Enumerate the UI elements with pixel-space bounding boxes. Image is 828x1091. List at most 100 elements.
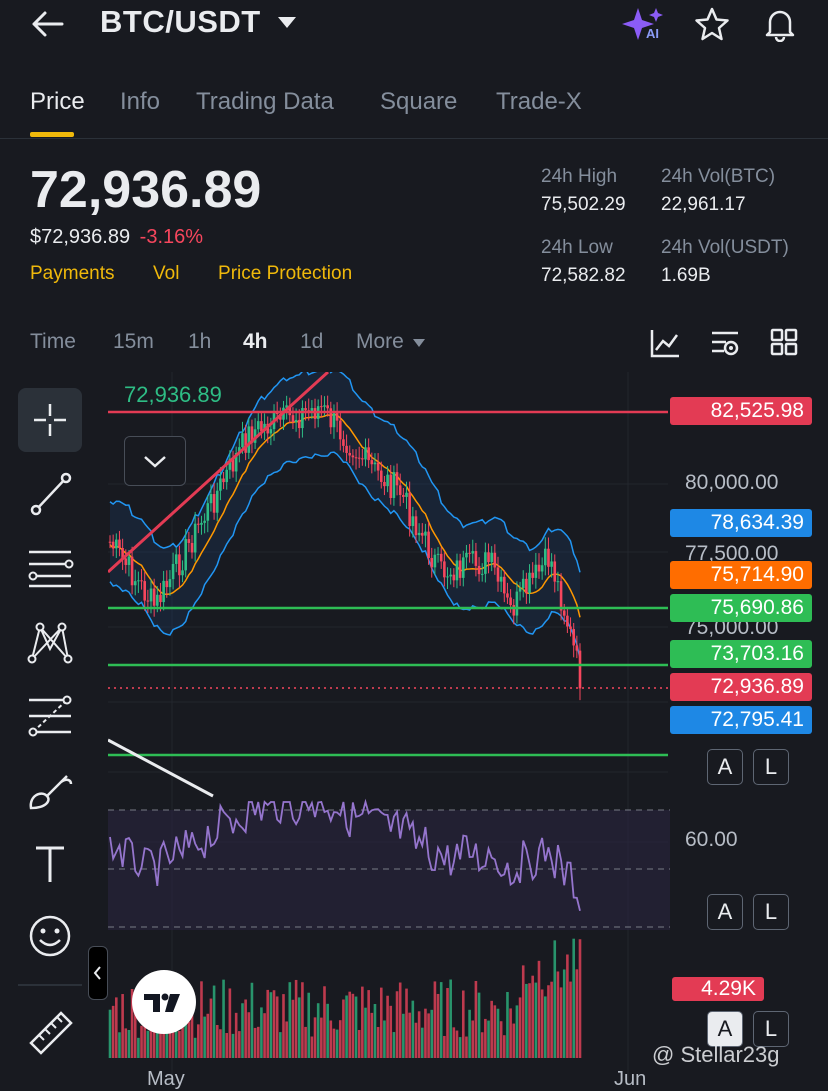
rsi-background — [108, 810, 670, 930]
vol-btc-label: 24h Vol(BTC) — [661, 166, 776, 187]
candle-body — [342, 439, 345, 446]
price-tag-bb-lower: 72,795.41 — [670, 706, 812, 734]
rsi-auto-button[interactable]: A — [707, 894, 743, 930]
candle-body — [219, 478, 222, 491]
candle-body — [297, 419, 301, 429]
pattern-tool[interactable] — [18, 610, 82, 674]
candle-body — [547, 548, 550, 567]
timeframe-4h[interactable]: 4h — [243, 330, 268, 354]
emoji-tool[interactable] — [18, 904, 82, 968]
volume-bar — [484, 1018, 487, 1058]
toolbar-collapse-handle[interactable] — [88, 946, 108, 1000]
volume-bar — [197, 1024, 200, 1058]
back-arrow-icon[interactable] — [30, 10, 64, 38]
timeframe-1h[interactable]: 1h — [188, 330, 211, 354]
candle-body — [197, 523, 200, 525]
candle-body — [569, 626, 572, 630]
volume-bar — [316, 1003, 320, 1058]
fiat-price: $72,936.89 — [30, 226, 131, 248]
candle-body — [490, 552, 493, 563]
tab-info[interactable]: Info — [120, 88, 160, 116]
vol-link[interactable]: Vol — [153, 263, 179, 284]
timeframe-1d[interactable]: 1d — [300, 330, 323, 354]
volume-bar — [553, 940, 557, 1058]
timeframe-15m[interactable]: 15m — [113, 330, 154, 354]
pair-title[interactable]: BTC/USDT — [100, 4, 261, 40]
collapse-indicators-button[interactable] — [124, 436, 186, 486]
candle-body — [458, 560, 462, 578]
candle-body — [389, 474, 393, 498]
main-auto-button[interactable]: A — [707, 749, 743, 785]
crosshair-tool[interactable] — [18, 388, 82, 452]
volume-bar — [115, 997, 118, 1058]
tab-square[interactable]: Square — [380, 88, 457, 116]
main-log-button[interactable]: L — [753, 749, 789, 785]
ruler-tool[interactable] — [18, 1000, 82, 1064]
candle-body — [386, 474, 389, 487]
volume-bar — [379, 987, 383, 1058]
volume-bar — [241, 1003, 244, 1058]
indicator-icon[interactable] — [650, 328, 680, 358]
fib-tool[interactable] — [18, 684, 82, 748]
volume-bar — [572, 938, 575, 1058]
candle-body — [168, 579, 172, 588]
tab-price[interactable]: Price — [30, 88, 85, 116]
candle-body — [323, 405, 326, 407]
text-tool[interactable] — [18, 832, 82, 896]
timeframe-time[interactable]: Time — [30, 330, 76, 354]
volume-bar — [225, 1033, 229, 1058]
horizontal-lines-tool[interactable] — [18, 536, 82, 600]
candle-body — [540, 565, 544, 572]
payments-link[interactable]: Payments — [30, 263, 114, 284]
candle-body — [364, 447, 367, 460]
price-tag-last: 72,936.89 — [670, 673, 812, 701]
rsi-level-label: 60.00 — [685, 828, 738, 851]
candle-body — [405, 492, 408, 497]
rsi-log-button[interactable]: L — [753, 894, 789, 930]
volume-bar — [345, 995, 348, 1058]
candle-body — [439, 553, 443, 562]
candle-body — [455, 560, 459, 581]
candle-body — [146, 600, 150, 602]
candle-body — [468, 552, 471, 554]
ai-sparkle-icon[interactable]: AI — [622, 6, 666, 44]
candle-body — [137, 580, 140, 582]
timeframe-more[interactable]: More — [356, 330, 426, 354]
volume-bar — [335, 1029, 339, 1058]
volume-bar — [137, 1037, 140, 1058]
candle-body — [115, 539, 118, 549]
high-label: 24h High — [541, 166, 618, 187]
layout-grid-icon[interactable] — [770, 328, 798, 356]
candle-body — [566, 615, 569, 627]
volume-bar — [411, 1000, 415, 1058]
crosshair-icon — [34, 404, 66, 436]
candle-body — [553, 561, 557, 582]
ai-badge-text: AI — [646, 26, 659, 41]
tab-trade-x[interactable]: Trade-X — [496, 88, 582, 116]
price-protection-link[interactable]: Price Protection — [218, 263, 352, 284]
bell-icon[interactable] — [762, 6, 798, 42]
candle-body — [512, 605, 516, 616]
chevron-down-icon[interactable] — [277, 16, 297, 30]
candle-body — [184, 539, 188, 571]
volume-bar — [477, 992, 481, 1058]
candle-body — [370, 460, 374, 465]
tab-trading-data[interactable]: Trading Data — [196, 88, 334, 116]
star-icon[interactable] — [694, 6, 730, 42]
brush-tool[interactable] — [18, 758, 82, 822]
high-value: 75,502.29 — [541, 194, 626, 215]
volume-bar — [566, 954, 569, 1058]
volume-bar — [212, 985, 216, 1058]
volume-bar — [373, 1004, 377, 1058]
chart-settings-icon[interactable] — [710, 328, 740, 358]
volume-bar — [487, 1020, 490, 1058]
price-tag-bb-upper: 78,634.39 — [670, 509, 812, 537]
volume-bar — [502, 1035, 506, 1058]
trendline-tool[interactable] — [18, 462, 82, 526]
candle-body — [420, 532, 424, 536]
volume-bar — [392, 1032, 396, 1058]
volume-bar — [547, 985, 550, 1058]
volume-bar — [146, 1030, 150, 1058]
candle-body — [260, 421, 263, 432]
candle-body — [525, 578, 528, 594]
